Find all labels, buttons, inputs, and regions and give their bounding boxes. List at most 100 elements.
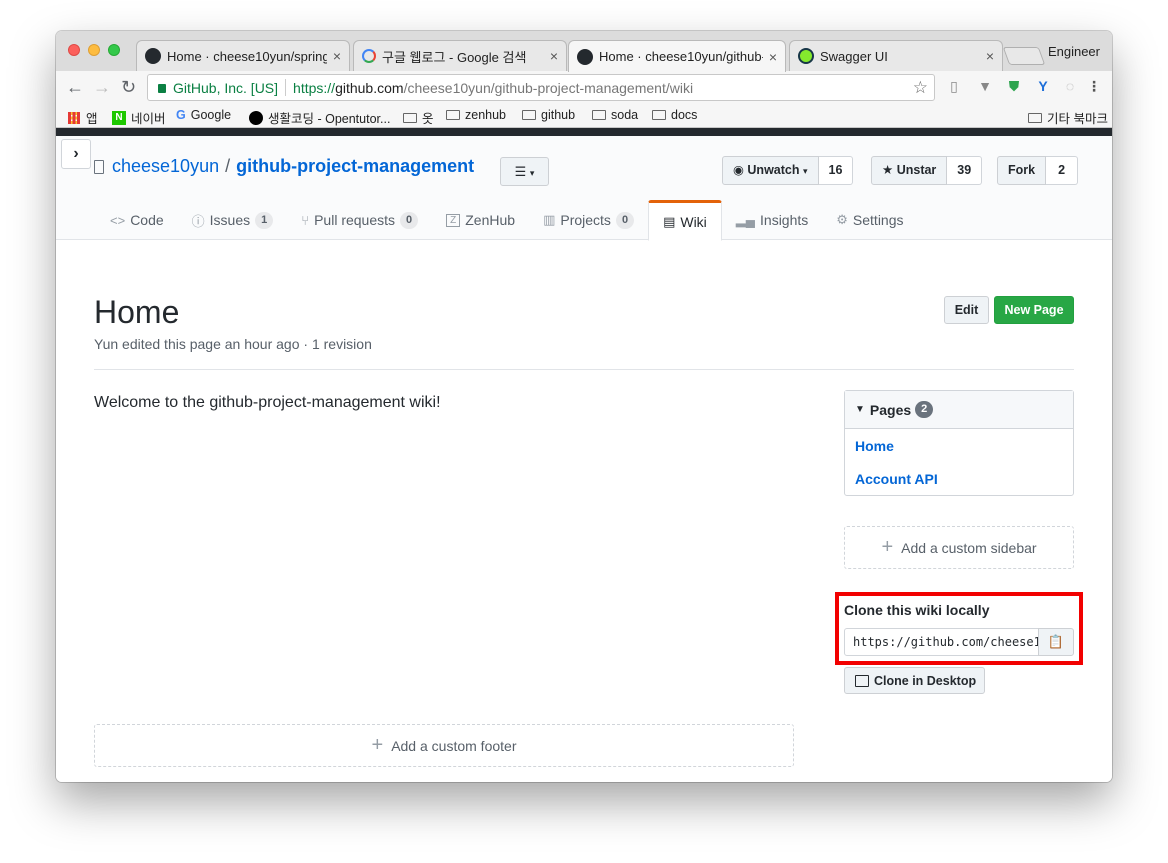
close-tab-icon[interactable]: × [550,48,558,64]
unstar-button[interactable]: ★ Unstar [871,156,948,185]
page-meta: Yun edited this page an hour ago · 1 rev… [94,336,372,352]
zenhub-menu-button[interactable]: ☰ ▾ [500,157,549,186]
close-tab-icon[interactable]: × [986,48,994,64]
bookmark-opentutorials[interactable]: 생활코딩 - Opentutor... [249,108,390,127]
minimize-window-button[interactable] [88,44,100,56]
tab-title: 구글 웹로그 - Google 검색 [382,49,527,65]
page-link-home[interactable]: Home [855,438,894,454]
add-sidebar-label: Add a custom sidebar [901,539,1037,556]
vue-devtools-icon[interactable]: ▼ [977,78,993,94]
security-indicator[interactable]: GitHub, Inc. [US] [158,80,278,96]
add-custom-sidebar[interactable]: + Add a custom sidebar [844,526,1074,569]
repo-owner-link[interactable]: cheese10yun [112,156,219,177]
unwatch-button[interactable]: ◉ Unwatch ▾ [722,156,819,185]
bookmark-label: docs [671,108,698,122]
folder-icon [403,112,417,123]
zenhub-icon: Z [446,213,461,227]
page-link-account-api[interactable]: Account API [855,471,938,487]
browser-tab-2[interactable]: 구글 웹로그 - Google 검색 × [353,40,567,71]
clone-in-desktop-button[interactable]: Clone in Desktop [844,667,985,694]
reader-icon[interactable]: ▯ [946,78,962,94]
repo-name-link[interactable]: github-project-management [236,156,474,177]
bookmark-folder-clothes[interactable]: 옷 [403,108,434,127]
close-window-button[interactable] [68,44,80,56]
browser-toolbar: ← → ↻ GitHub, Inc. [US] https:// github.… [56,71,1112,104]
bookmark-star-icon[interactable]: ☆ [913,78,928,98]
tab-pull-requests[interactable]: ⑂ Pull requests 0 [287,200,432,240]
github-icon [577,48,593,65]
extension-y-icon[interactable]: Y [1035,78,1051,94]
zoom-window-button[interactable] [108,44,120,56]
code-icon: <> [110,212,126,228]
browser-tab-1[interactable]: Home · cheese10yun/spring- × [136,40,350,71]
edit-button[interactable]: Edit [944,296,989,324]
watch-count[interactable]: 16 [818,156,854,185]
repo-header: › cheese10yun / github-project-managemen… [56,136,1112,241]
new-tab-button[interactable] [1002,47,1046,65]
tab-issues[interactable]: ⓘ Issues 1 [178,200,288,240]
browser-tab-3-active[interactable]: Home · cheese10yun/github- × [568,40,786,72]
back-arrow-icon[interactable]: ← [66,77,84,98]
close-tab-icon[interactable]: × [769,49,777,65]
highlight-box [835,592,1083,665]
gear-icon: ⚙ [836,212,848,227]
book-icon: ▤ [663,213,676,229]
tab-projects[interactable]: ▥ Projects 0 [529,200,648,240]
pull-requests-counter: 0 [400,211,419,229]
tab-wiki[interactable]: ▤ Wiki [648,200,722,241]
adblock-shield-icon[interactable]: ⛊ [1006,78,1022,94]
bookmarks-bar: 앱 N 네이버 G Google 생활코딩 - Opentutor... 옷 z… [56,104,1112,128]
caret-down-icon: ▾ [529,168,535,178]
add-custom-footer[interactable]: + Add a custom footer [94,724,794,767]
page-title: Home [94,294,180,330]
tab-code[interactable]: <> Code [96,200,178,240]
security-label: GitHub, Inc. [US] [173,79,279,96]
desktop-download-icon [855,674,869,687]
circle-icon [249,110,263,125]
bookmark-folder-soda[interactable]: soda [592,108,638,122]
github-header-bar [56,128,1112,136]
triangle-down-icon: ▼ [855,404,865,415]
close-tab-icon[interactable]: × [333,48,341,64]
bookmark-folder-github[interactable]: github [522,108,575,122]
tab-title: Swagger UI [820,48,888,64]
omnibox-divider [285,79,287,96]
url-path: /cheese10yun/github-project-management/w… [403,79,694,96]
fork-count[interactable]: 2 [1046,156,1079,185]
clone-desktop-label: Clone in Desktop [874,673,977,688]
eye-icon: ◉ [733,163,744,177]
tab-insights[interactable]: ▂▄ Insights [722,200,822,240]
repo-icon [94,159,104,174]
bookmark-apps[interactable]: 앱 [68,108,98,127]
plus-icon: + [371,734,384,756]
extension-circle-icon[interactable]: ◌ [1062,78,1078,94]
bookmark-label: 생활코딩 - Opentutor... [268,112,391,126]
repo-title: cheese10yun / github-project-management [94,156,474,177]
star-count[interactable]: 39 [947,156,983,185]
reload-icon[interactable]: ↻ [121,77,136,98]
browser-tab-4[interactable]: Swagger UI × [789,40,1003,71]
bookmark-folder-other[interactable]: 기타 북마크 [1028,108,1108,127]
address-bar[interactable]: GitHub, Inc. [US] https:// github.com /c… [147,74,935,101]
bookmark-folder-zenhub[interactable]: zenhub [446,108,506,122]
star-icon: ★ [882,163,894,177]
bookmark-google[interactable]: G Google [176,108,231,122]
bookmark-naver[interactable]: N 네이버 [112,108,166,127]
chrome-menu-icon[interactable]: ⋮ [1086,78,1102,94]
bookmark-folder-docs[interactable]: docs [652,108,697,122]
pages-header[interactable]: ▼ Pages 2 [845,391,1073,429]
github-page: › cheese10yun / github-project-managemen… [56,128,1112,782]
tab-settings[interactable]: ⚙ Settings [822,200,917,240]
profile-name[interactable]: Engineer [1048,44,1100,59]
tab-zenhub[interactable]: Z ZenHub [432,200,529,240]
tab-strip: Home · cheese10yun/spring- × 구글 웹로그 - Go… [56,31,1112,72]
url-scheme: https:// [293,79,336,96]
google-icon: G [176,108,186,122]
folder-icon [522,110,536,120]
forward-arrow-icon[interactable]: → [93,77,111,98]
new-page-button[interactable]: New Page [994,296,1074,324]
chevron-right-icon[interactable]: › [61,139,91,169]
fork-button[interactable]: Fork [997,156,1047,185]
google-icon [362,49,376,63]
bookmark-label: 앱 [86,112,98,126]
